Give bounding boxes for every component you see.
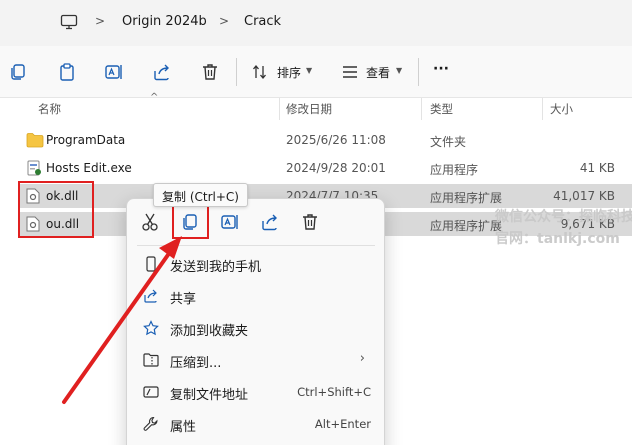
menu-item-send-to-phone[interactable]: 发送到我的手机 xyxy=(133,249,379,279)
column-type[interactable]: 类型 xyxy=(430,101,453,117)
menu-item-shortcut: Alt+Enter xyxy=(314,417,371,431)
path-icon xyxy=(143,386,159,398)
command-bar: 排序 ▼ 查看 ▼ ··· xyxy=(0,46,632,98)
sort-button[interactable]: 排序 xyxy=(277,64,301,81)
breadcrumb-item-crack[interactable]: Crack xyxy=(244,14,281,29)
context-menu: 发送到我的手机 共享 添加到收藏夹 压缩到... › 复制文件地址 Ctrl+S… xyxy=(126,198,385,445)
menu-item-compress[interactable]: 压缩到... › xyxy=(133,345,379,375)
menu-divider xyxy=(137,245,375,246)
delete-icon xyxy=(303,214,317,230)
menu-item-copy-path[interactable]: 复制文件地址 Ctrl+Shift+C xyxy=(133,377,379,407)
file-name: ProgramData xyxy=(46,133,126,147)
sort-icon[interactable] xyxy=(252,64,268,80)
zip-icon xyxy=(143,353,159,367)
column-header: ^ 名称 修改日期 类型 大小 xyxy=(0,92,632,120)
share-icon[interactable] xyxy=(152,62,172,82)
file-type: 文件夹 xyxy=(430,135,467,149)
file-name: Hosts Edit.exe xyxy=(46,161,132,175)
file-size: 41,017 KB xyxy=(553,189,615,203)
column-modified[interactable]: 修改日期 xyxy=(286,101,332,117)
rename-icon xyxy=(221,215,238,229)
paste-icon[interactable] xyxy=(57,62,77,82)
toolbar-divider xyxy=(236,58,237,86)
menu-item-label: 压缩到... xyxy=(170,356,222,371)
highlight-box xyxy=(172,202,209,239)
delete-icon[interactable] xyxy=(200,62,220,82)
rename-icon[interactable] xyxy=(104,62,124,82)
column-name[interactable]: 名称 xyxy=(38,101,61,117)
chevron-down-icon[interactable]: ▼ xyxy=(306,66,312,75)
file-row[interactable]: Hosts Edit.exe 2024/9/28 20:01 应用程序 41 K… xyxy=(20,156,632,180)
exe-icon xyxy=(27,160,41,176)
star-icon xyxy=(143,320,159,336)
menu-item-label: 属性 xyxy=(170,420,197,435)
file-type: 应用程序 xyxy=(430,163,479,177)
chevron-down-icon[interactable]: ▼ xyxy=(396,66,402,75)
watermark-line: 微信公众号：探临科技 xyxy=(495,209,632,225)
rename-button[interactable] xyxy=(219,211,241,233)
copy-tooltip: 复制 (Ctrl+C) xyxy=(153,183,248,207)
column-divider[interactable] xyxy=(279,98,280,120)
delete-button[interactable] xyxy=(299,211,321,233)
sort-ascending-icon: ^ xyxy=(150,92,159,103)
cut-button[interactable] xyxy=(139,211,161,233)
menu-item-label: 共享 xyxy=(170,292,197,307)
phone-icon xyxy=(146,256,156,272)
breadcrumb-separator[interactable]: > xyxy=(95,14,105,28)
copy-icon[interactable] xyxy=(8,62,28,82)
breadcrumb-separator[interactable]: > xyxy=(219,14,229,28)
column-divider[interactable] xyxy=(542,98,543,120)
highlight-box xyxy=(18,181,94,238)
file-type: 应用程序扩展 xyxy=(430,191,503,205)
file-row[interactable]: ProgramData 2025/6/26 11:08 文件夹 xyxy=(20,128,632,152)
view-button[interactable]: 查看 xyxy=(366,64,390,81)
file-type: 应用程序扩展 xyxy=(430,219,503,233)
file-modified: 2025/6/26 11:08 xyxy=(286,133,386,147)
toolbar-divider xyxy=(418,58,419,86)
menu-item-properties[interactable]: 属性 Alt+Enter xyxy=(133,409,379,439)
menu-item-shortcut: Ctrl+Shift+C xyxy=(297,385,371,399)
share-icon xyxy=(144,289,157,303)
chevron-right-icon: › xyxy=(359,351,365,366)
menu-item-label: 复制文件地址 xyxy=(170,388,249,403)
menu-item-add-favorites[interactable]: 添加到收藏夹 xyxy=(133,313,379,343)
menu-item-share[interactable]: 共享 xyxy=(133,281,379,311)
wrench-icon xyxy=(143,416,158,431)
file-size: 41 KB xyxy=(579,161,615,175)
file-modified: 2024/9/28 20:01 xyxy=(286,161,386,175)
breadcrumb-item-origin[interactable]: Origin 2024b xyxy=(122,14,207,29)
column-divider[interactable] xyxy=(421,98,422,120)
cut-icon xyxy=(142,213,158,231)
folder-icon xyxy=(26,133,44,148)
this-pc-icon[interactable] xyxy=(60,13,78,31)
share-icon xyxy=(262,214,277,231)
share-button[interactable] xyxy=(259,211,281,233)
column-size[interactable]: 大小 xyxy=(550,101,573,117)
menu-item-label: 添加到收藏夹 xyxy=(170,324,249,339)
address-bar: > Origin 2024b > Crack xyxy=(0,0,632,46)
more-options-button[interactable]: ··· xyxy=(433,61,449,77)
watermark-line: 官网：tanlkj.com xyxy=(495,231,620,247)
menu-item-label: 发送到我的手机 xyxy=(170,260,262,275)
view-icon[interactable] xyxy=(342,65,358,79)
